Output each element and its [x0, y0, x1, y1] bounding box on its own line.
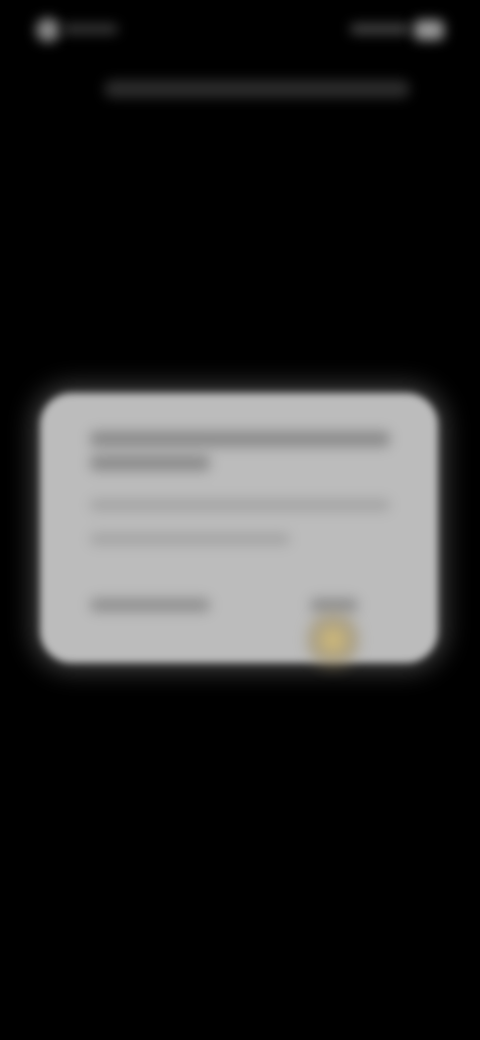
circle-status-icon — [36, 18, 60, 42]
status-left-text — [62, 24, 118, 34]
top-title-bar — [104, 80, 410, 98]
dialog-title-line-1 — [90, 431, 390, 447]
touch-indicator — [305, 605, 361, 675]
status-right-text — [350, 24, 410, 34]
dialog-negative-button[interactable] — [90, 598, 210, 612]
phone-screen — [0, 0, 480, 1040]
battery-icon — [414, 20, 444, 40]
dialog-title-line-2 — [90, 455, 210, 471]
dialog-message-line-1 — [90, 499, 390, 511]
dialog-message-line-2 — [90, 533, 290, 545]
alert-dialog — [40, 393, 438, 663]
